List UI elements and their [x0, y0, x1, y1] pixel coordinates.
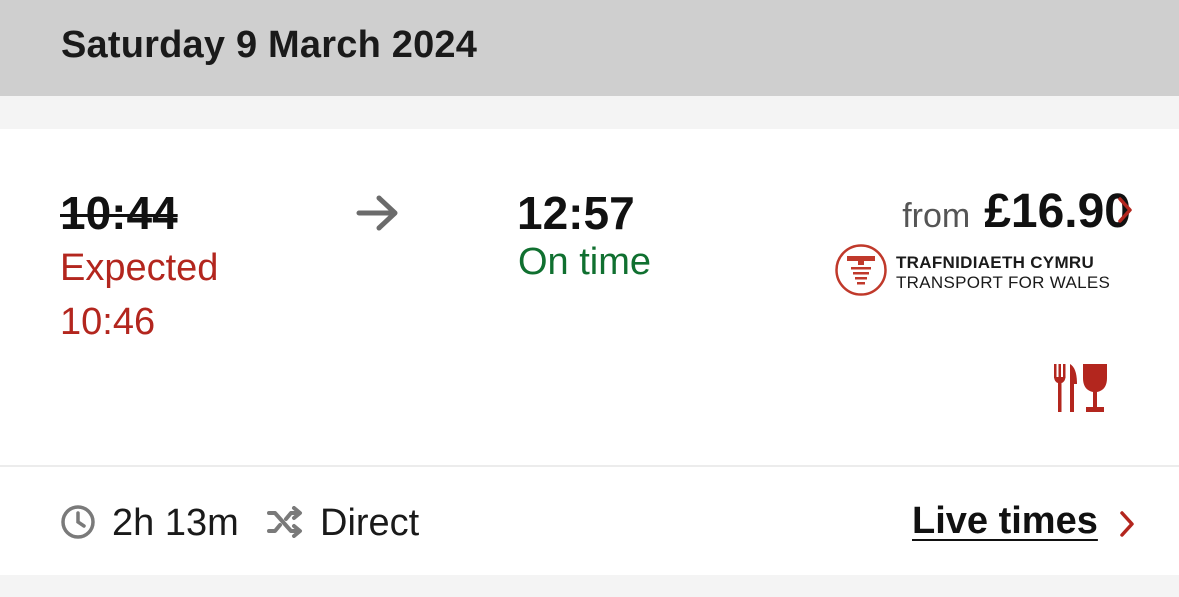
- operator-logo: TRAFNIDIAETH CYMRU TRANSPORT FOR WALES: [834, 243, 1124, 299]
- fork-knife-glass-icon: [1054, 364, 1107, 412]
- shuffle-icon: [267, 506, 302, 538]
- departure-status: Expected 10:46: [60, 241, 218, 349]
- operator-name-welsh: TRAFNIDIAETH CYMRU: [896, 253, 1095, 272]
- operator-name-english: TRANSPORT FOR WALES: [896, 273, 1111, 292]
- journey-summary: 2h 13m Direct Live times: [0, 467, 1179, 575]
- journey-duration: 2h 13m: [112, 502, 239, 544]
- live-times-link[interactable]: Live times: [912, 500, 1098, 543]
- arrival-time: 12:57: [517, 187, 635, 239]
- clock-icon: [61, 505, 95, 539]
- date-header: Saturday 9 March 2024: [0, 0, 1179, 96]
- expected-departure-time: 10:46: [60, 301, 156, 343]
- expected-label: Expected: [60, 247, 219, 289]
- scheduled-departure-time: 10:44: [60, 187, 178, 239]
- price-prefix: from: [902, 197, 971, 235]
- chevron-right-icon[interactable]: [1115, 195, 1135, 225]
- date-title: Saturday 9 March 2024: [61, 24, 478, 66]
- journey-card[interactable]: 10:44 Expected 10:46 12:57 On time from …: [0, 129, 1179, 575]
- chevron-right-icon[interactable]: [1117, 509, 1137, 539]
- changes-info: Direct: [320, 502, 420, 544]
- price[interactable]: from £16.90: [902, 184, 1131, 239]
- operator-name: TRAFNIDIAETH CYMRU TRANSPORT FOR WALES: [896, 253, 1110, 293]
- tfw-logo-icon: [835, 244, 887, 296]
- arrow-right-icon: [356, 195, 398, 231]
- arrival-status: On time: [518, 241, 652, 283]
- price-amount: £16.90: [984, 185, 1131, 238]
